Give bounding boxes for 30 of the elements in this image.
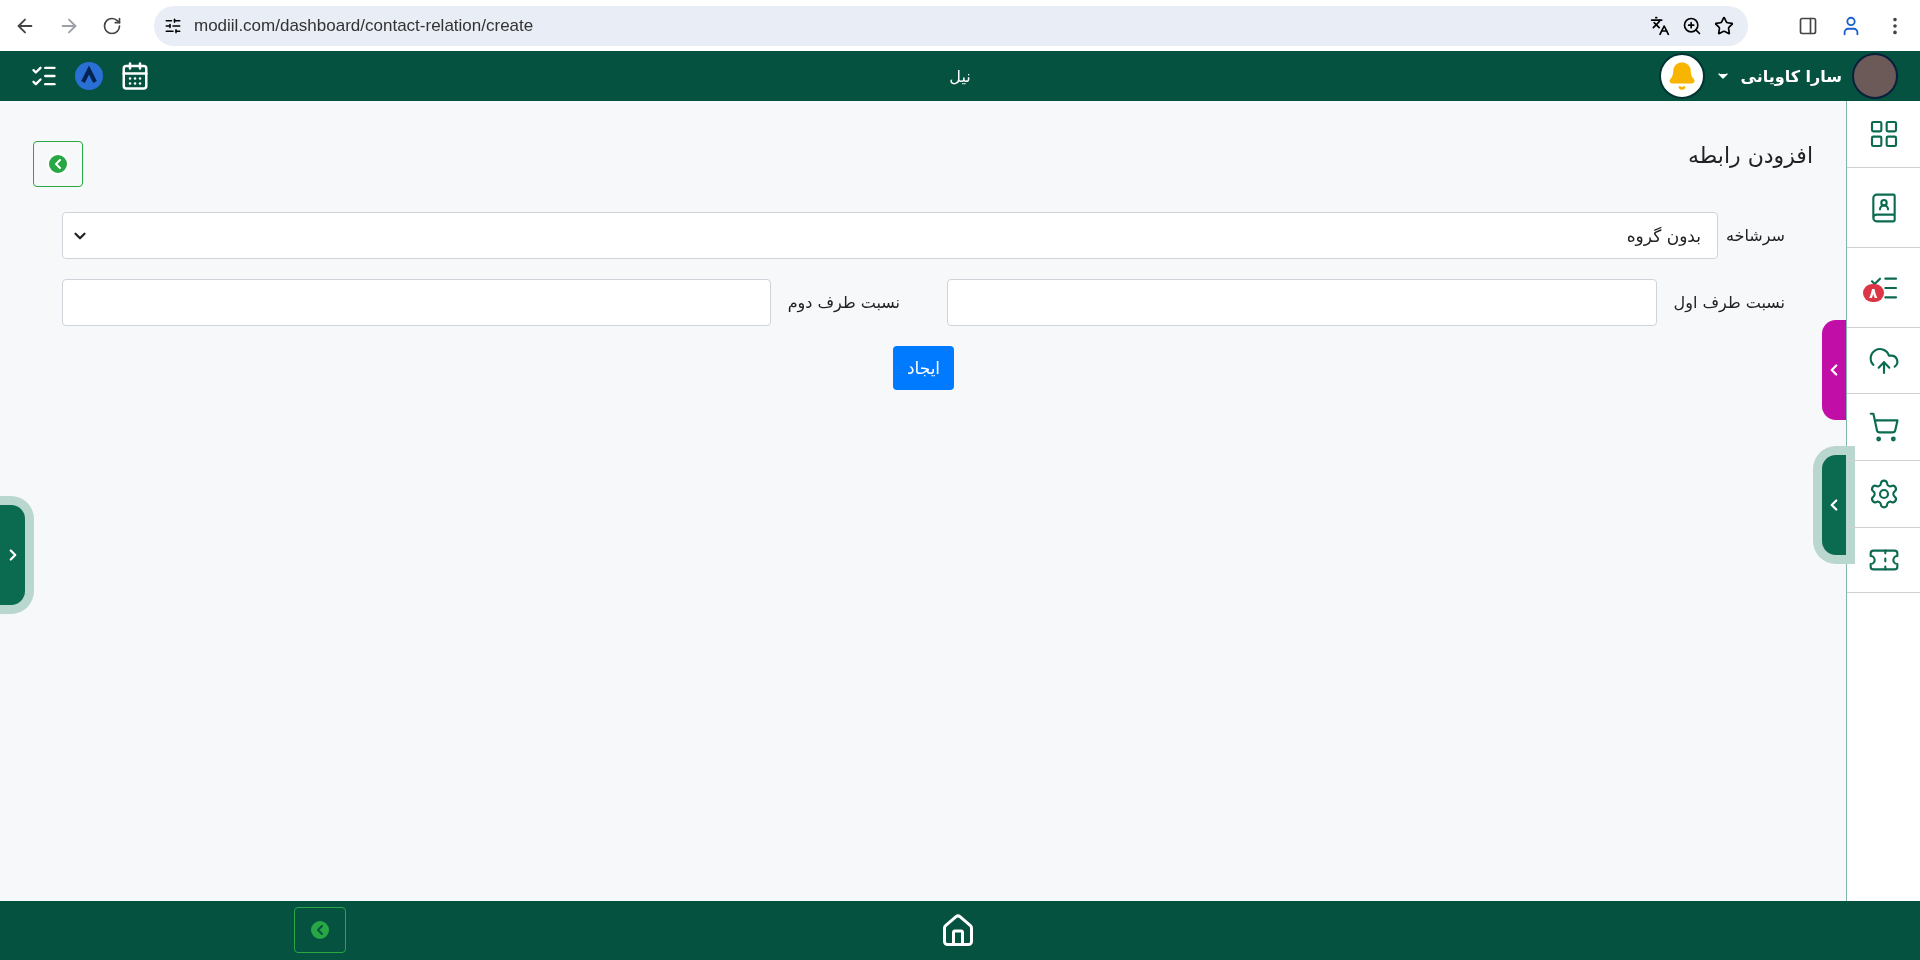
logo-icon[interactable] bbox=[74, 61, 104, 91]
back-icon bbox=[308, 918, 332, 942]
input-field[interactable] bbox=[62, 279, 771, 326]
translate-icon[interactable] bbox=[1650, 15, 1670, 36]
back-icon bbox=[46, 152, 70, 176]
avatar[interactable] bbox=[1852, 53, 1898, 99]
calendar-icon[interactable] bbox=[120, 61, 150, 91]
sidebar-item[interactable]: ۸ bbox=[1847, 248, 1920, 328]
parent-select[interactable]: بدون گروه bbox=[62, 212, 1718, 259]
input-field[interactable] bbox=[947, 279, 1657, 326]
app-title: نیل bbox=[949, 66, 971, 86]
url-text: modiil.com/dashboard/contact-relation/create bbox=[194, 15, 535, 36]
cart-icon bbox=[1867, 411, 1900, 443]
notification-button[interactable] bbox=[1658, 53, 1705, 99]
reload-icon[interactable] bbox=[102, 15, 122, 36]
field-label: نسبت طرف اول bbox=[1673, 293, 1785, 312]
address-bar[interactable]: modiil.com/dashboard/contact-relation/create bbox=[154, 5, 1748, 46]
home-icon[interactable] bbox=[940, 913, 976, 949]
create-button[interactable]: ایجاد bbox=[892, 346, 955, 390]
page-title: افزودن رابطه bbox=[1687, 143, 1813, 168]
field-label: سرشاخه bbox=[1726, 226, 1785, 245]
star-icon[interactable] bbox=[1714, 15, 1734, 36]
back-button[interactable] bbox=[33, 141, 83, 187]
zoom-icon[interactable] bbox=[1682, 15, 1702, 36]
back-button[interactable] bbox=[294, 907, 346, 953]
user-name[interactable]: سارا کاویانی bbox=[1740, 66, 1842, 86]
site-info-icon[interactable] bbox=[164, 16, 182, 35]
side-panel-icon[interactable] bbox=[1798, 15, 1818, 36]
count-badge: ۸ bbox=[1863, 284, 1884, 302]
field-label: نسبت طرف دوم bbox=[787, 293, 900, 312]
